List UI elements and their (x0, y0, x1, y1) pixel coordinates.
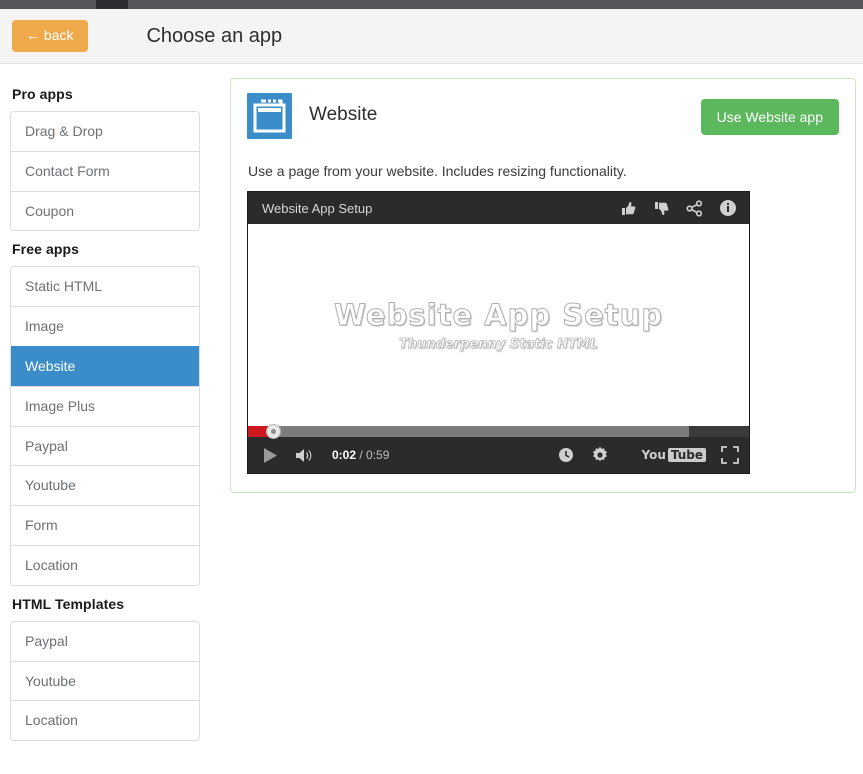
app-detail-area: Website Use Website app Use a page from … (210, 64, 863, 493)
sidebar-item-image[interactable]: Image (11, 306, 199, 346)
video-watermark-subtitle: Thunderpenny Static HTML (398, 337, 599, 353)
browser-tab-strip-right (128, 0, 863, 9)
sidebar-item-static-html[interactable]: Static HTML (11, 267, 199, 307)
page-body: Pro apps Drag & Drop Contact Form Coupon… (0, 64, 863, 742)
sidebar-item-image-plus[interactable]: Image Plus (11, 385, 199, 426)
video-title: Website App Setup (262, 200, 373, 216)
sidebar-item-youtube[interactable]: Youtube (11, 465, 199, 506)
page-header: ← back Choose an app (0, 9, 863, 64)
settings-gear-icon[interactable] (591, 446, 609, 464)
video-time-display: 0:02 / 0:59 (332, 448, 389, 462)
play-icon[interactable] (262, 447, 278, 464)
youtube-logo-tube: Tube (667, 448, 706, 462)
sidebar-heading-html-templates: HTML Templates (12, 595, 125, 612)
video-current-time: 0:02 (332, 448, 357, 462)
app-detail-header: Website Use Website app (247, 93, 839, 139)
sidebar-heading-free-apps: Free apps (12, 241, 80, 258)
browser-active-tab[interactable] (96, 0, 128, 9)
sidebar-item-form[interactable]: Form (11, 505, 199, 545)
sidebar-item-location[interactable]: Location (11, 544, 199, 585)
app-title: Website (309, 104, 378, 125)
video-duration: / 0:59 (359, 448, 390, 462)
video-progress-bar[interactable] (248, 424, 749, 439)
video-progress-loaded (248, 426, 689, 437)
video-viewport[interactable]: Website App Setup Thunderpenny Static HT… (248, 224, 749, 426)
video-progress-scrubber[interactable] (266, 424, 282, 439)
youtube-logo-you: You (641, 448, 666, 462)
video-controls: 0:02 / 0:59 You Tube (248, 437, 749, 473)
use-app-button[interactable]: Use Website app (700, 99, 839, 135)
sidebar-group-pro-apps: Drag & Drop Contact Form Coupon (10, 111, 200, 232)
sidebar-heading-pro-apps: Pro apps (12, 86, 73, 102)
video-watermark-title: Website App Setup (333, 298, 664, 333)
sidebar-item-drag-drop[interactable]: Drag & Drop (11, 112, 199, 151)
thumbs-down-icon[interactable] (653, 200, 670, 217)
sidebar-item-template-youtube[interactable]: Youtube (11, 660, 199, 701)
share-icon[interactable] (686, 199, 703, 217)
sidebar-item-template-location[interactable]: Location (11, 700, 199, 741)
browser-tab-strip-left (0, 0, 96, 9)
sidebar-item-coupon[interactable]: Coupon (11, 190, 199, 231)
youtube-logo[interactable]: You Tube (641, 448, 706, 462)
app-description: Use a page from your website. Includes r… (248, 163, 627, 179)
sidebar-item-website[interactable]: Website (11, 345, 199, 386)
sidebar-item-contact-form[interactable]: Contact Form (11, 150, 199, 191)
sidebar-group-free-apps: Static HTML Image Website Image Plus Pay… (10, 266, 200, 586)
sidebar-item-paypal[interactable]: Paypal (11, 425, 199, 466)
video-titlebar: Website App Setup (248, 192, 749, 224)
video-player[interactable]: Website App Setup Website App Setup Thun… (247, 191, 750, 474)
back-button[interactable]: ← back (12, 19, 89, 53)
sidebar-item-template-paypal[interactable]: Paypal (11, 621, 199, 661)
watch-later-icon[interactable] (558, 447, 574, 463)
info-icon[interactable] (719, 199, 737, 217)
app-category-sidebar: Pro apps Drag & Drop Contact Form Coupon… (0, 64, 210, 742)
thumbs-up-icon[interactable] (620, 200, 637, 217)
sidebar-group-html-templates: Paypal Youtube Location (10, 620, 200, 742)
fullscreen-icon[interactable] (721, 446, 739, 464)
page-title: Choose an app (146, 24, 283, 47)
volume-icon[interactable] (295, 447, 315, 464)
website-window-icon (247, 93, 292, 139)
browser-chrome-bar (0, 0, 863, 9)
app-detail-panel: Website Use Website app Use a page from … (230, 78, 856, 493)
